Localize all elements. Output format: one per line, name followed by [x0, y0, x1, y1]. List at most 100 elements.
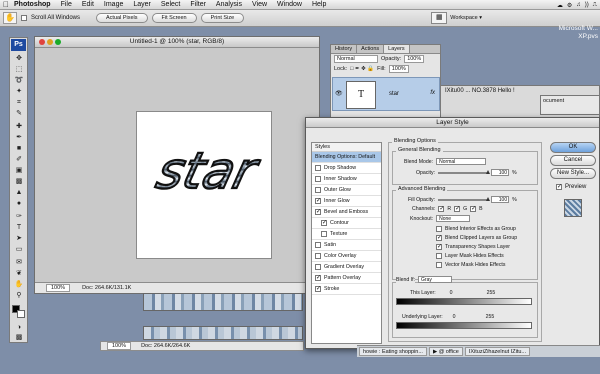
menu-analysis[interactable]: Analysis	[211, 1, 247, 8]
eyedropper-tool-icon[interactable]: ❦	[12, 269, 26, 278]
dodge-tool-icon[interactable]: ●	[12, 199, 26, 208]
star-text-layer[interactable]: star	[143, 130, 268, 210]
style-checkbox[interactable]	[321, 231, 327, 237]
palette-well-icon[interactable]: ▦	[431, 12, 448, 24]
menu-filter[interactable]: Filter	[185, 1, 211, 8]
style-checkbox[interactable]	[315, 242, 321, 248]
menu-image[interactable]: Image	[99, 1, 128, 8]
eye-visibility-icon[interactable]: 👁	[335, 90, 343, 97]
zoom-level-field[interactable]: 100%	[46, 284, 71, 292]
layers-opacity-field[interactable]: 100%	[404, 55, 425, 63]
apple-menu-icon[interactable]: 	[0, 0, 12, 9]
notes-tool-icon[interactable]: ✉	[12, 258, 26, 267]
style-bevel-emboss[interactable]: Bevel and Emboss	[312, 207, 381, 218]
style-outer-glow[interactable]: Outer Glow	[312, 185, 381, 196]
channel-r-checkbox[interactable]	[438, 206, 445, 212]
blend-if-select[interactable]: Gray	[418, 276, 453, 283]
slice-tool-icon[interactable]: ✎	[12, 109, 26, 118]
photoshop-logo-icon[interactable]: Ps	[11, 39, 26, 51]
channel-b-checkbox[interactable]	[470, 206, 477, 212]
menu-app-name[interactable]: Photoshop	[12, 1, 56, 8]
style-contour[interactable]: Contour	[312, 218, 381, 229]
lasso-tool-icon[interactable]: ➰	[12, 76, 26, 85]
style-texture[interactable]: Texture	[312, 229, 381, 240]
style-checkbox[interactable]	[315, 165, 321, 171]
blend-clipped-checkbox[interactable]	[436, 235, 442, 241]
new-style-button[interactable]: New Style...	[550, 168, 596, 179]
history-brush-icon[interactable]: ✐	[12, 155, 26, 164]
opacity-field[interactable]: 100	[491, 169, 510, 176]
style-inner-shadow[interactable]: Inner Shadow	[312, 174, 381, 185]
style-checkbox[interactable]	[315, 176, 321, 182]
doc-size-info-2[interactable]: Doc: 264.6K/264.6K	[141, 343, 190, 349]
blur-tool-icon[interactable]: ▲	[12, 188, 26, 197]
preview-checkbox[interactable]	[556, 184, 562, 190]
cloud-icon[interactable]: ☁	[557, 2, 563, 9]
stamp-tool-icon[interactable]: ■	[12, 144, 26, 153]
settings-icon[interactable]: ⚙	[567, 2, 572, 9]
style-checkbox[interactable]	[321, 220, 327, 226]
magic-wand-tool-icon[interactable]: ✦	[12, 87, 26, 96]
style-stroke[interactable]: Stroke	[312, 284, 381, 295]
underlying-gradient-slider[interactable]	[396, 322, 532, 329]
style-checkbox[interactable]	[315, 187, 321, 193]
blend-interior-checkbox[interactable]	[436, 226, 442, 232]
zoom-tool-icon[interactable]: ⚲	[12, 291, 26, 300]
style-inner-glow[interactable]: Inner Glow	[312, 196, 381, 207]
menu-help[interactable]: Help	[307, 1, 331, 8]
doc-size-info[interactable]: Doc: 264.6K/131.1K	[82, 285, 131, 291]
layer-mask-hides-checkbox[interactable]	[436, 253, 442, 259]
tab-history[interactable]: History	[331, 45, 358, 53]
tab-actions[interactable]: Actions	[357, 45, 385, 53]
volume-icon[interactable]: ))	[585, 2, 589, 8]
brush-tool-icon[interactable]: ✒	[12, 133, 26, 142]
fill-opacity-slider[interactable]	[438, 196, 491, 201]
taskbar-item-3[interactable]: IXituziZihazelnut IZitu...	[464, 347, 531, 356]
actual-pixels-button[interactable]: Actual Pixels	[96, 13, 148, 23]
print-size-button[interactable]: Print Size	[200, 13, 245, 23]
style-pattern-overlay[interactable]: Pattern Overlay	[312, 273, 381, 284]
transparency-shapes-checkbox[interactable]	[436, 244, 442, 250]
layer-name[interactable]: star	[389, 91, 399, 97]
pen-tool-icon[interactable]: ✑	[12, 212, 26, 221]
menu-window[interactable]: Window	[272, 1, 307, 8]
cancel-button[interactable]: Cancel	[550, 155, 596, 166]
ok-button[interactable]: OK	[550, 142, 596, 153]
lock-icons[interactable]: □ ✒ ✥ 🔒	[350, 66, 374, 72]
layers-fill-field[interactable]: 100%	[388, 65, 409, 73]
opacity-slider-knob[interactable]	[486, 169, 491, 174]
style-color-overlay[interactable]: Color Overlay	[312, 251, 381, 262]
background-document-window[interactable]: ocument	[540, 95, 600, 115]
path-selection-icon[interactable]: ➤	[12, 234, 26, 243]
style-checkbox[interactable]	[315, 275, 321, 281]
layers-blend-mode-select[interactable]: Normal	[334, 55, 378, 63]
style-checkbox[interactable]	[315, 253, 321, 259]
screen-mode-icon[interactable]: ▩	[12, 333, 26, 342]
opacity-slider[interactable]	[438, 169, 491, 174]
scroll-all-checkbox[interactable]	[21, 15, 27, 21]
shape-tool-icon[interactable]: ▭	[12, 245, 26, 254]
move-tool-icon[interactable]: ✥	[12, 54, 26, 63]
knockout-select[interactable]: None	[436, 215, 471, 222]
hand-tool-palette-icon[interactable]: ✋	[12, 280, 26, 289]
style-satin[interactable]: Satin	[312, 240, 381, 251]
fill-opacity-slider-knob[interactable]	[486, 196, 491, 201]
channel-g-checkbox[interactable]	[454, 206, 461, 212]
taskbar-item-2[interactable]: ▶ @ office	[428, 347, 463, 356]
menu-layer[interactable]: Layer	[128, 1, 156, 8]
zoom-level-field-2[interactable]: 100%	[107, 342, 132, 350]
document-titlebar[interactable]: Untitled-1 @ 100% (star, RGB/8)	[35, 37, 319, 48]
vector-mask-hides-checkbox[interactable]	[436, 262, 442, 268]
workspace-menu[interactable]: Workspace ▾	[450, 15, 482, 21]
type-tool-icon[interactable]: T	[12, 223, 26, 232]
canvas[interactable]: star	[136, 111, 272, 259]
style-gradient-overlay[interactable]: Gradient Overlay	[312, 262, 381, 273]
crop-tool-icon[interactable]: ⌗	[12, 98, 26, 107]
style-checkbox[interactable]	[315, 286, 321, 292]
layer-row-star[interactable]: 👁 T star fx	[332, 77, 440, 111]
fit-screen-button[interactable]: Fit Screen	[151, 13, 197, 23]
tab-layers[interactable]: Layers	[384, 45, 410, 53]
fx-icon[interactable]: fx	[430, 90, 435, 96]
menu-view[interactable]: View	[247, 1, 272, 8]
this-layer-gradient-slider[interactable]	[396, 298, 532, 305]
